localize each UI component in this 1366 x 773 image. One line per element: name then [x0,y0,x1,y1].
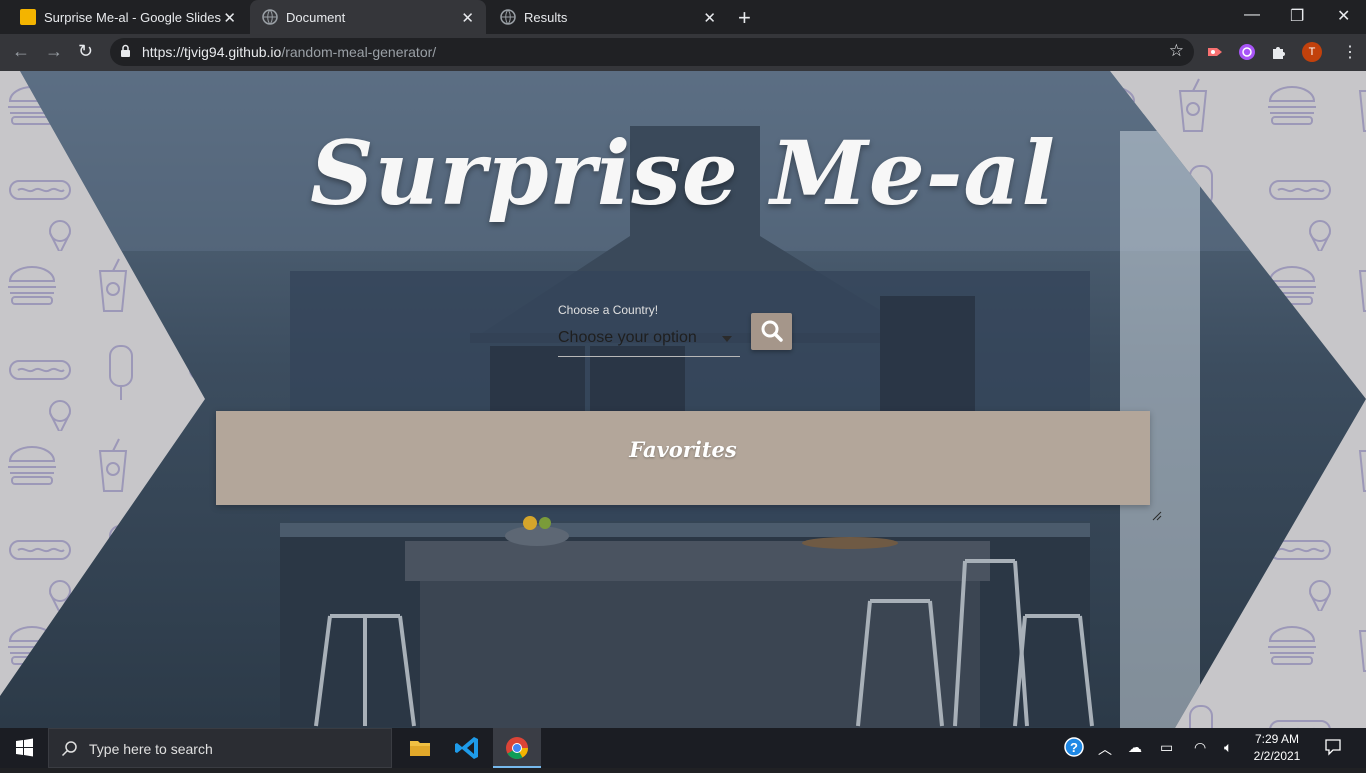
file-explorer-icon[interactable] [396,728,444,768]
tab-title: Document [286,9,346,25]
browser-toolbar: ← → ↻ https://tjvig94.github.io/random-m… [0,34,1366,71]
page-title: Surprise Me-al [310,121,1056,225]
screencast-extension-icon[interactable] [1206,43,1224,61]
minimize-button[interactable]: — [1244,6,1260,24]
help-icon[interactable]: ? [1064,737,1084,760]
new-tab-button[interactable]: + [738,5,751,31]
menu-kebab-icon[interactable]: ⋮ [1342,42,1358,62]
resize-grip-icon[interactable] [1152,511,1162,521]
search-button[interactable] [751,313,792,350]
battery-icon[interactable]: ▭ [1160,739,1173,756]
clock-time: 7:29 AM [1254,732,1300,746]
close-tab-icon[interactable]: ✕ [223,9,236,27]
tab-title: Results [524,9,568,25]
google-slides-icon [20,9,36,25]
search-icon [761,320,783,342]
tab-strip: Surprise Me-al - Google Slides ✕ Documen… [0,0,1366,34]
restore-button[interactable]: ❐ [1290,6,1304,26]
chrome-taskbar-icon[interactable] [493,728,541,768]
tab-google-slides[interactable]: Surprise Me-al - Google Slides ✕ [8,0,248,34]
puzzle-icon[interactable] [1270,43,1288,61]
taskbar-search-box[interactable]: Type here to search [48,728,392,768]
reload-icon[interactable]: ↻ [78,41,93,62]
country-select-value: Choose your option [558,329,697,346]
favorites-title: Favorites [629,437,737,462]
windows-start-icon[interactable] [0,728,48,768]
wifi-icon[interactable]: ◠ [1194,739,1206,756]
bookmark-star-icon[interactable]: ☆ [1169,41,1184,61]
country-select-label: Choose a Country! [558,303,659,317]
favorites-panel: Favorites [216,411,1150,505]
chevron-up-icon[interactable]: ︿ [1098,739,1112,759]
country-select[interactable]: Choose your option [558,327,740,357]
volume-icon[interactable]: 🔈︎ [1224,739,1232,756]
address-bar[interactable]: https://tjvig94.github.io/random-meal-ge… [110,38,1194,66]
lock-icon [121,44,130,57]
tab-results[interactable]: Results ✕ [488,0,728,34]
vscode-icon[interactable] [444,728,492,768]
taskbar-clock[interactable]: 7:29 AM 2/2/2021 [1252,731,1302,765]
notifications-icon[interactable] [1324,738,1342,759]
tab-title: Surprise Me-al - Google Slides [44,9,222,25]
clock-date: 2/2/2021 [1253,749,1301,763]
globe-icon [262,9,278,25]
caret-down-icon [722,336,732,342]
onedrive-cloud-icon[interactable]: ☁ [1128,739,1142,756]
profile-avatar[interactable]: T [1302,42,1322,62]
back-arrow-icon[interactable]: ← [12,41,30,62]
tab-document[interactable]: Document ✕ [250,0,486,34]
page-viewport: Surprise Me-al Choose a Country! Choose … [0,71,1366,728]
search-icon [61,741,77,757]
forward-arrow-icon[interactable]: → [45,41,63,62]
close-window-button[interactable]: ✕ [1337,6,1350,26]
svg-text:?: ? [1070,740,1078,755]
globe-icon [500,9,516,25]
url-text: https://tjvig94.github.io/random-meal-ge… [142,44,437,60]
windows-taskbar: Type here to search ? ︿ ☁ ▭ ◠ 🔈︎ 7:29 AM… [0,728,1366,768]
close-tab-icon[interactable]: ✕ [703,9,716,27]
taskbar-search-placeholder: Type here to search [89,741,213,757]
close-tab-icon[interactable]: ✕ [461,9,474,27]
extension-icon[interactable] [1238,43,1256,61]
